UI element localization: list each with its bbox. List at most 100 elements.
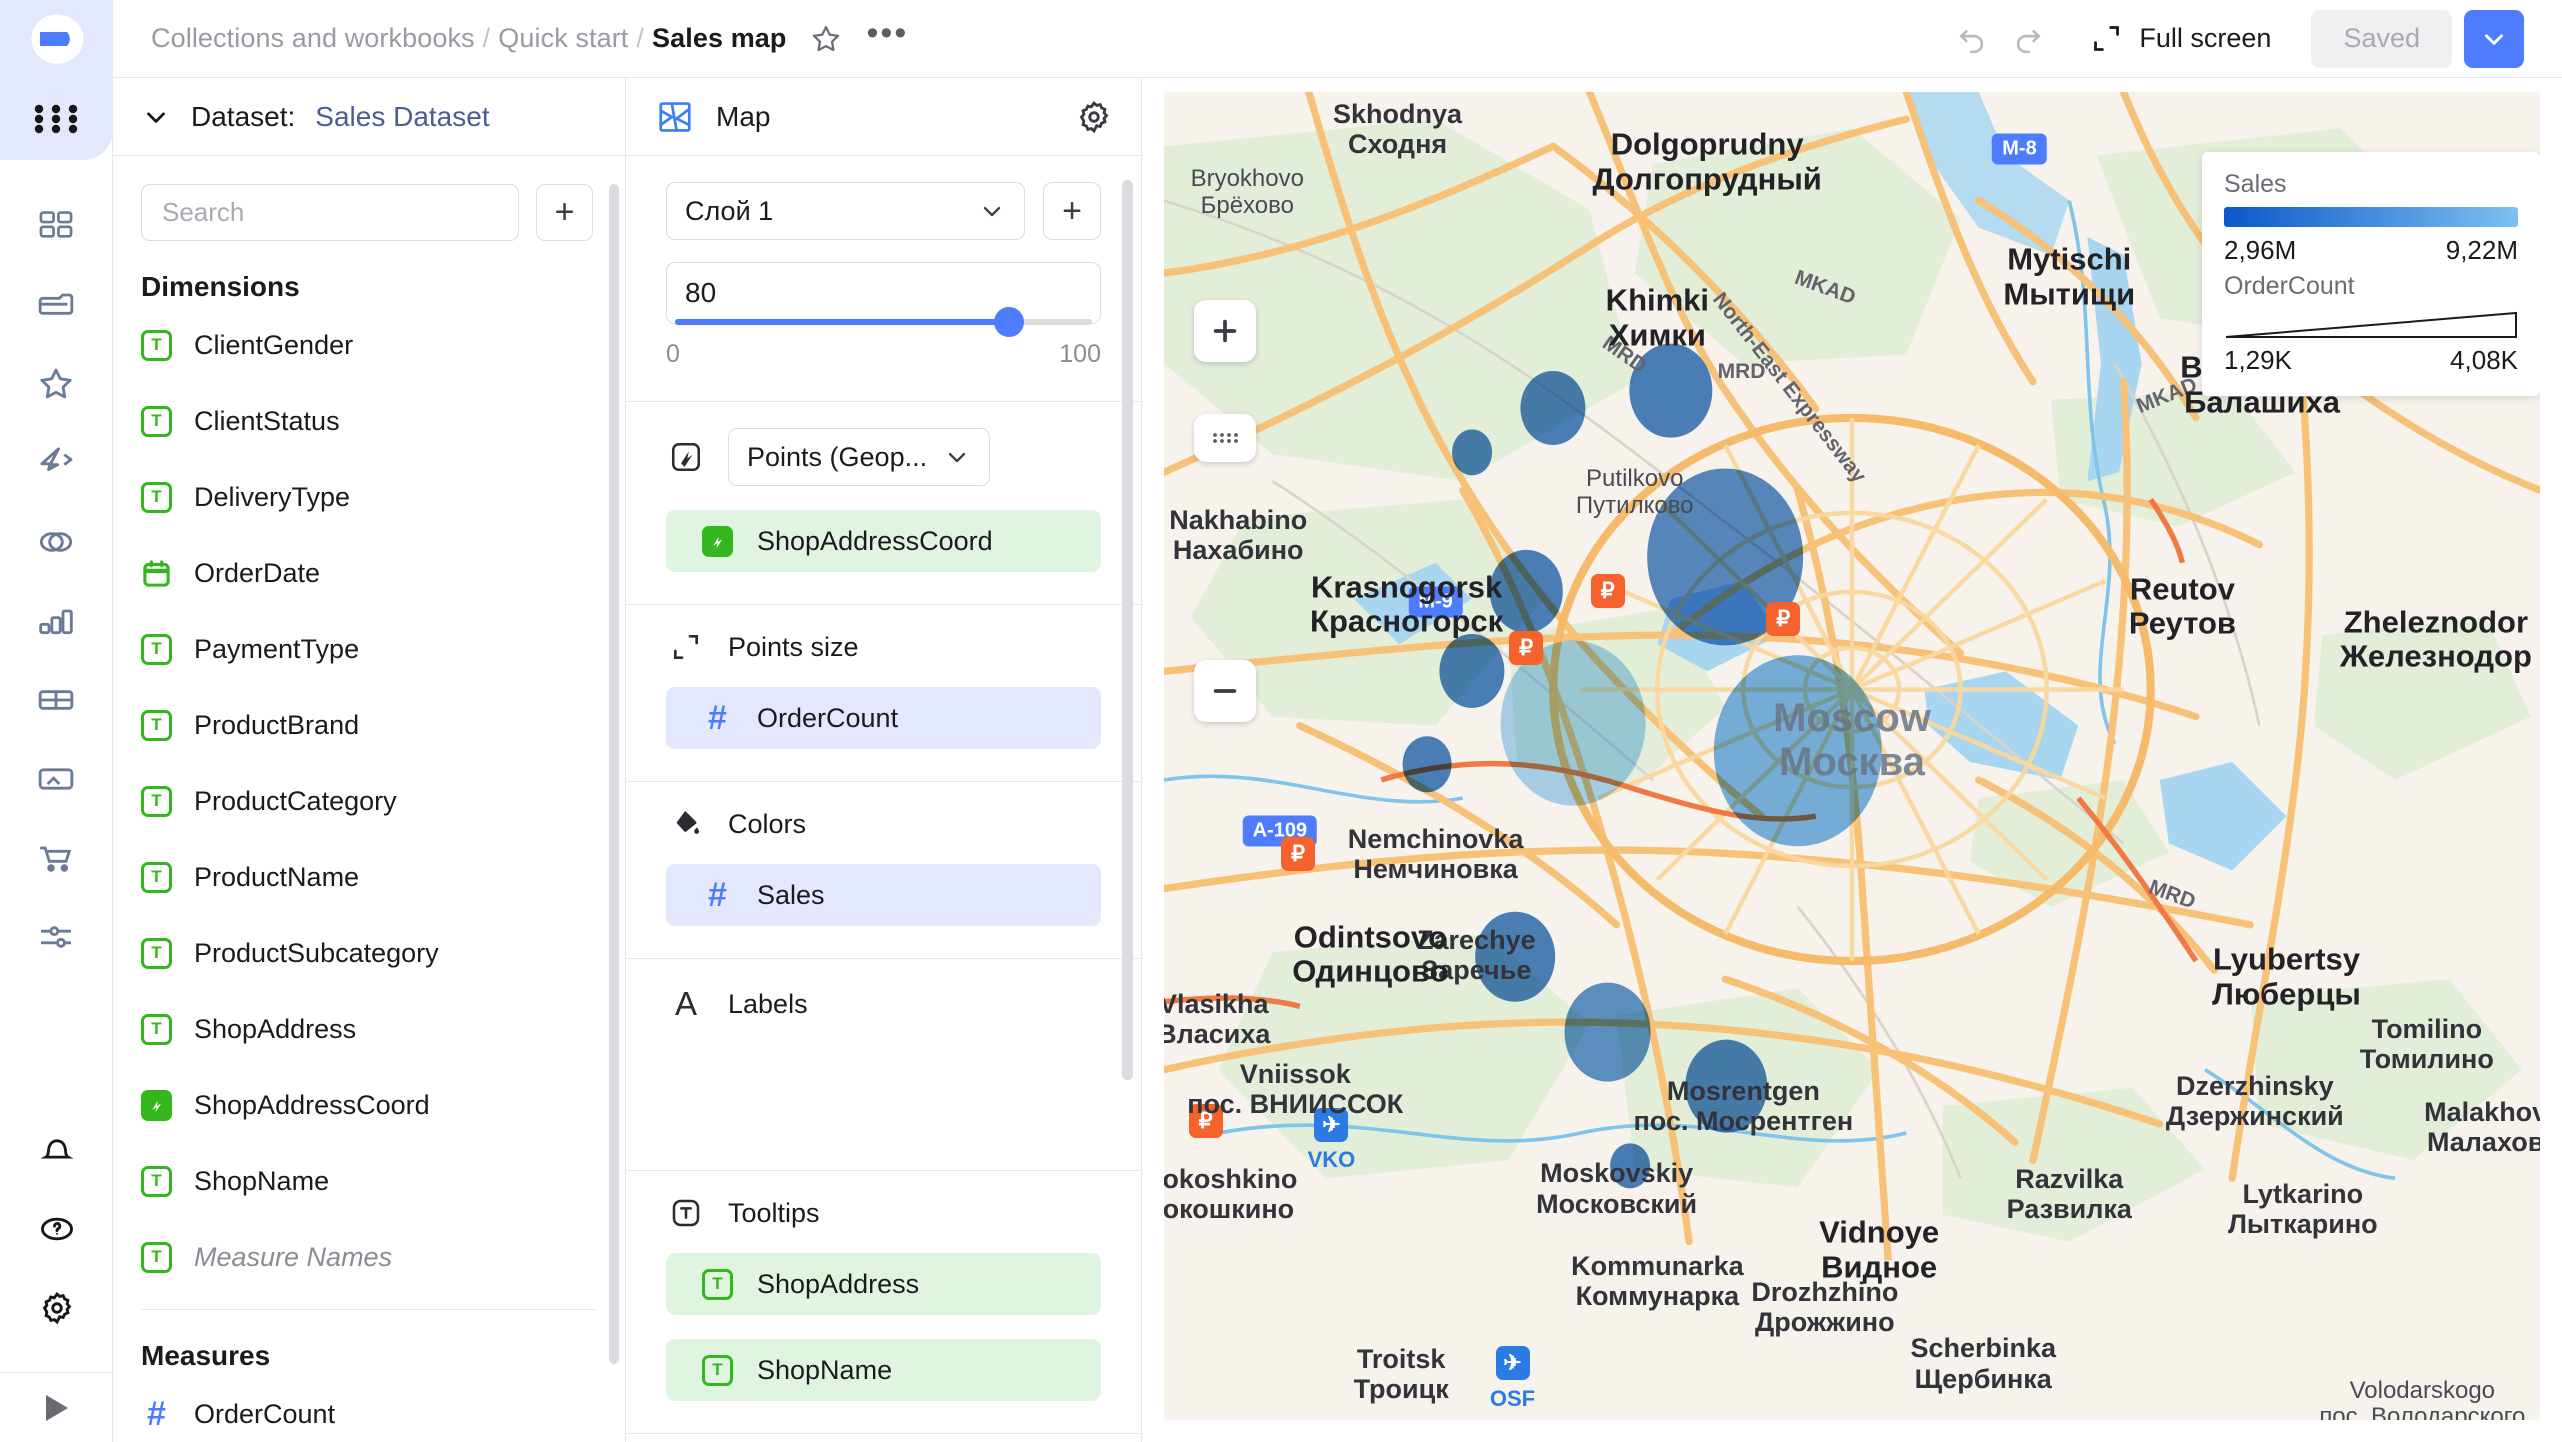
more-dots-icon[interactable]: ••• xyxy=(867,16,909,62)
dimension-field-row[interactable]: ShopAddressCoord xyxy=(113,1067,625,1143)
dimension-field-label: ClientStatus xyxy=(194,406,340,437)
map-place-label: KhimkiХимки xyxy=(1606,284,1709,353)
dimension-field-row[interactable]: TPaymentType xyxy=(113,611,625,687)
grid-apps-icon[interactable] xyxy=(0,78,113,160)
sidebar-item-settings-sliders[interactable] xyxy=(17,897,95,976)
breadcrumb-item-collections[interactable]: Collections and workbooks xyxy=(151,23,475,54)
map-place-label: VlasikhaВласиха xyxy=(1164,988,1270,1048)
run-button[interactable] xyxy=(0,1372,113,1442)
opacity-max-label: 100 xyxy=(1059,340,1101,369)
sidebar-item-connections[interactable] xyxy=(17,423,95,502)
text-a-icon: A xyxy=(666,985,706,1023)
dimension-field-row[interactable]: TDeliveryType xyxy=(113,459,625,535)
map-data-point[interactable] xyxy=(1490,550,1562,632)
map-data-point[interactable] xyxy=(1521,371,1586,445)
dimension-field-row[interactable]: OrderDate xyxy=(113,535,625,611)
map-data-point[interactable] xyxy=(1501,641,1646,806)
dimension-field-row[interactable]: TShopAddress xyxy=(113,991,625,1067)
map-canvas[interactable]: MKADMKADMRDMRDNorth-East ExpresswayMRDM-… xyxy=(1164,92,2540,1420)
text-field-icon: T xyxy=(141,862,172,893)
fullscreen-label: Full screen xyxy=(2139,23,2271,54)
drag-dots-icon[interactable] xyxy=(1194,414,1256,462)
config-scrollbar[interactable] xyxy=(1122,180,1133,1080)
tooltip-field-chip[interactable]: T ShopAddress xyxy=(666,1253,1101,1315)
sidebar-item-files[interactable] xyxy=(17,739,95,818)
map-drag-handle-wrap xyxy=(1194,414,1256,462)
map-data-point[interactable] xyxy=(1452,430,1492,475)
geo-field-chip[interactable]: ShopAddressCoord xyxy=(666,510,1101,572)
chevron-down-icon[interactable] xyxy=(141,102,171,132)
map-data-point[interactable] xyxy=(1439,633,1504,707)
zoom-out-button[interactable] xyxy=(1194,660,1256,722)
dimension-field-row[interactable]: TClientStatus xyxy=(113,383,625,459)
map-chart-icon xyxy=(656,98,694,136)
dataset-scrollbar[interactable] xyxy=(609,184,619,1364)
add-field-button[interactable]: + xyxy=(536,184,593,241)
map-data-point[interactable] xyxy=(1629,343,1712,438)
geopoint-field-icon xyxy=(702,526,733,557)
sidebar-item-datasets[interactable] xyxy=(17,502,95,581)
tooltip-field-chip[interactable]: T ShopName xyxy=(666,1339,1101,1401)
opacity-slider-knob[interactable] xyxy=(994,307,1024,337)
breadcrumb-item-quick-start[interactable]: Quick start xyxy=(498,23,628,54)
expand-icon xyxy=(2090,22,2123,55)
sidebar-item-favorites[interactable] xyxy=(17,344,95,423)
fullscreen-button[interactable]: Full screen xyxy=(2090,22,2271,55)
airport-poi-icon: ✈ xyxy=(1496,1346,1530,1380)
map-zoom-out-wrap xyxy=(1194,660,1256,722)
saved-button[interactable]: Saved xyxy=(2311,10,2452,68)
dataset-name-link[interactable]: Sales Dataset xyxy=(315,101,489,133)
opacity-input-box[interactable]: 80 xyxy=(666,262,1101,324)
search-input[interactable] xyxy=(141,184,519,241)
save-options-button[interactable] xyxy=(2464,10,2524,68)
app-logo[interactable] xyxy=(0,0,113,78)
zoom-in-button[interactable] xyxy=(1194,300,1256,362)
dimension-field-row[interactable]: TProductName xyxy=(113,839,625,915)
sidebar-item-dashboards[interactable] xyxy=(17,186,95,265)
undo-icon[interactable] xyxy=(1944,11,2000,67)
dimension-field-row[interactable]: TMeasure Names xyxy=(113,1219,625,1295)
map-data-point[interactable] xyxy=(1685,1040,1766,1133)
geo-type-select[interactable]: Points (Geop... xyxy=(728,428,990,486)
layer-select[interactable]: Слой 1 xyxy=(666,182,1025,240)
road-label: MKAD xyxy=(1791,266,1858,310)
notifications-bell-icon[interactable] xyxy=(18,1110,96,1189)
sidebar-item-charts[interactable] xyxy=(17,581,95,660)
measure-field-row[interactable]: #OrderCount xyxy=(113,1376,625,1442)
map-data-point[interactable] xyxy=(1475,911,1555,1002)
measure-field-label: OrderCount xyxy=(194,1399,335,1430)
dimension-field-row[interactable]: TShopName xyxy=(113,1143,625,1219)
points-size-field-chip[interactable]: # OrderCount xyxy=(666,687,1101,749)
settings-gear-icon[interactable] xyxy=(18,1268,96,1347)
colors-field-chip[interactable]: # Sales xyxy=(666,864,1101,926)
map-data-point[interactable] xyxy=(1610,1143,1650,1188)
sidebar-item-collections[interactable] xyxy=(17,265,95,344)
gear-icon[interactable] xyxy=(1075,98,1113,136)
star-icon[interactable] xyxy=(809,22,843,56)
dimension-field-row[interactable]: TProductBrand xyxy=(113,687,625,763)
points-size-label: Points size xyxy=(728,632,859,663)
legend-color-min: 2,96M xyxy=(2224,235,2296,266)
dimension-field-label: ShopAddressCoord xyxy=(194,1090,430,1121)
sidebar-item-tables[interactable] xyxy=(17,660,95,739)
redo-icon[interactable] xyxy=(2000,11,2056,67)
add-layer-button[interactable]: + xyxy=(1043,182,1101,240)
dimension-field-row[interactable]: TProductCategory xyxy=(113,763,625,839)
text-field-icon: T xyxy=(141,1242,172,1273)
breadcrumb-separator: / xyxy=(636,23,644,54)
map-data-point[interactable] xyxy=(1647,469,1803,646)
map-data-point[interactable] xyxy=(1713,655,1881,846)
map-data-point[interactable] xyxy=(1403,736,1452,792)
sidebar-item-marketplace[interactable] xyxy=(17,818,95,897)
map-data-point[interactable] xyxy=(1564,982,1651,1081)
road-label: North-East Expressway xyxy=(1707,289,1870,489)
date-field-icon xyxy=(141,558,172,589)
opacity-slider[interactable] xyxy=(675,319,1092,325)
dimension-field-row[interactable]: TClientGender xyxy=(113,307,625,383)
text-field-icon: T xyxy=(141,938,172,969)
dataset-panel: Dataset: Sales Dataset + Dimensions TCli… xyxy=(113,78,626,1442)
resize-icon xyxy=(666,631,706,663)
map-place-label: BryokhovoБрёхово xyxy=(1191,166,1304,220)
dimension-field-row[interactable]: TProductSubcategory xyxy=(113,915,625,991)
help-question-icon[interactable] xyxy=(18,1189,96,1268)
